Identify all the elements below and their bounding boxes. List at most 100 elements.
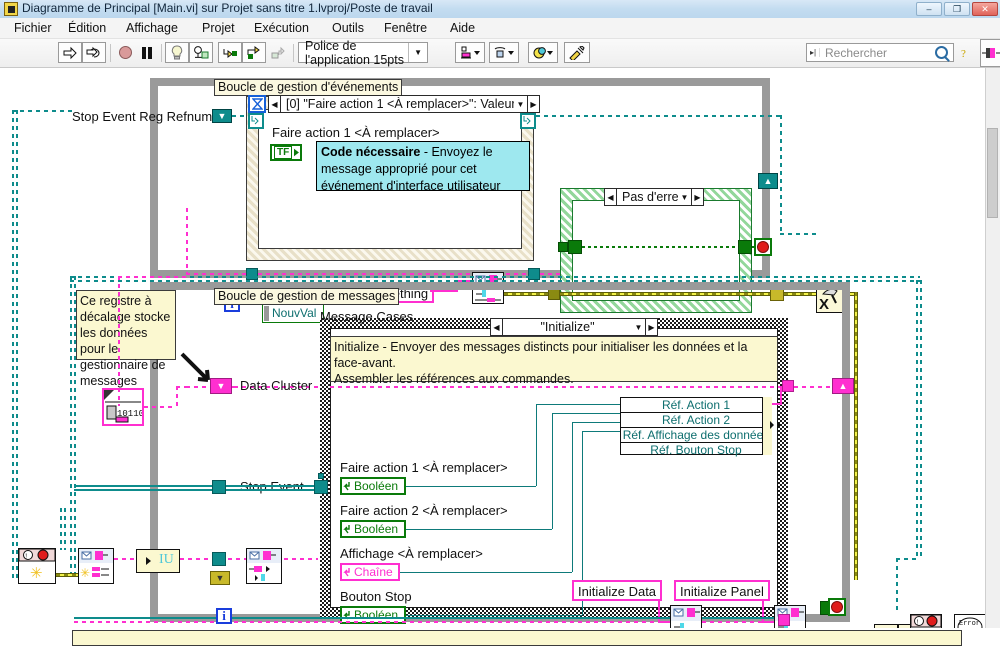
ref-row-2: Réf. Affichage des données <box>621 428 771 443</box>
initialize-panel-constant[interactable]: Initialize Panel <box>674 580 770 601</box>
queue-teal-tunnel[interactable] <box>212 552 226 566</box>
run-continuously-icon[interactable] <box>82 42 106 63</box>
block-diagram-canvas[interactable]: Boucle de gestion d'événements ◀ [0] "Fa… <box>0 68 1000 628</box>
control-terminal-2[interactable]: Chaîne <box>340 563 400 581</box>
context-help-question-icon[interactable]: ? <box>956 42 974 63</box>
shift-register-comment: Ce registre à décalage stocke les donnée… <box>76 290 176 388</box>
abort-execution-icon[interactable] <box>114 42 136 63</box>
error-cluster-constant-icon[interactable]: ! ✳ <box>18 548 56 584</box>
queue-yellow-sreg[interactable]: ▼ <box>210 571 230 585</box>
align-objects-icon[interactable] <box>455 42 485 63</box>
distribute-objects-icon[interactable] <box>489 42 519 63</box>
scrollbar-thumb[interactable] <box>987 128 998 218</box>
case-tunnel-pink-right[interactable] <box>782 380 794 392</box>
wire-pink-left-up <box>186 208 188 273</box>
menu-aide[interactable]: Aide <box>444 20 481 36</box>
search-input[interactable]: ▸| Rechercher <box>806 43 954 62</box>
wire-pink-bottom-band2 <box>702 621 774 623</box>
event-case-selector[interactable]: ◀ [0] "Faire action 1 <À remplacer>": Va… <box>268 95 540 113</box>
tf-terminal-label: TF <box>274 146 293 159</box>
close-button[interactable]: ✕ <box>972 2 998 16</box>
menu-fichier[interactable]: Fichier <box>8 20 58 36</box>
menu-execution[interactable]: Exécution <box>248 20 315 36</box>
message-loop-shift-register-right[interactable]: ▲ <box>832 378 854 394</box>
message-case-selector[interactable]: ◀ "Initialize" ▼ ▶ <box>490 318 658 336</box>
wire-ref-1-v <box>552 413 553 529</box>
event-loop-label: Boucle de gestion d'événements <box>214 79 403 96</box>
minimize-button[interactable]: – <box>916 2 942 16</box>
error-case-tunnel-out[interactable] <box>738 240 752 254</box>
menu-fenetre[interactable]: Fenêtre <box>378 20 433 36</box>
wire-yellow-x-down <box>854 292 858 580</box>
control-label-3: Bouton Stop <box>340 589 412 604</box>
stop-event-tunnel-left[interactable] <box>212 480 226 494</box>
stop-event-tunnel-case[interactable] <box>314 480 328 494</box>
queue-send-message-icon-1[interactable] <box>670 605 702 628</box>
wire-yellow-err-bundle <box>56 573 78 577</box>
maximize-button[interactable]: ❐ <box>944 2 970 16</box>
wire-teal-left-down <box>60 508 62 550</box>
menu-affichage[interactable]: Affichage <box>120 20 184 36</box>
menu-outils[interactable]: Outils <box>326 20 370 36</box>
reorder-objects-icon[interactable] <box>528 42 558 63</box>
event-case-body-title: Faire action 1 <À remplacer> <box>272 125 440 140</box>
initialize-data-constant[interactable]: Initialize Data <box>572 580 663 601</box>
event-case-dropdown-icon[interactable]: ▼ <box>514 100 527 109</box>
obtain-queue-icon[interactable] <box>246 548 282 584</box>
shift-register-left-top[interactable]: ▼ <box>212 109 232 123</box>
message-case-dropdown-icon[interactable]: ▼ <box>632 323 645 332</box>
wire-ref-0-v <box>536 404 537 486</box>
menu-projet[interactable]: Projet <box>196 20 241 36</box>
event-case-prev-arrow[interactable]: ◀ <box>269 96 281 112</box>
wire-pink-storage-out <box>144 406 176 408</box>
shift-register-storage-icon[interactable]: 10110 <box>102 388 144 426</box>
stop-sign-icon[interactable] <box>754 238 772 256</box>
error-bubble-icon[interactable]: Error ?! <box>954 614 986 628</box>
bundle-cluster-icon[interactable]: ✳ <box>78 548 114 584</box>
message-loop-pink-tunnel[interactable] <box>778 614 790 626</box>
menu-edition[interactable]: Édition <box>62 20 112 36</box>
event-case-next-arrow[interactable]: ▶ <box>527 96 539 112</box>
pause-icon[interactable] <box>136 42 158 63</box>
event-case-selector-text: [0] "Faire action 1 <À remplacer>": Vale… <box>286 97 514 111</box>
error-case-dropdown-icon[interactable]: ▼ <box>678 193 691 202</box>
message-case-prev-arrow[interactable]: ◀ <box>491 319 503 335</box>
probe-watch-icon[interactable] <box>980 39 1000 67</box>
step-out-icon[interactable] <box>266 42 290 63</box>
error-case-tunnel-in[interactable] <box>558 242 568 252</box>
step-over-icon[interactable] <box>242 42 266 63</box>
control-terminal-0[interactable]: Booléen <box>340 477 406 495</box>
error-case-next-arrow[interactable]: ▶ <box>691 189 703 205</box>
wire-teal-stop-event-in2 <box>74 489 212 491</box>
control-label-0: Faire action 1 <À remplacer> <box>340 460 508 475</box>
event-loop-conditional-terminal[interactable]: ▲ <box>758 173 778 189</box>
message-loop-shift-register-left[interactable]: ▼ <box>210 378 232 394</box>
font-selector[interactable]: Police de l'application 15pts ▼ <box>298 39 428 67</box>
highlight-execution-bulb-icon[interactable] <box>165 42 189 63</box>
cleanup-diagram-icon[interactable] <box>564 42 590 63</box>
retain-wire-values-icon[interactable] <box>189 42 213 63</box>
vertical-scrollbar[interactable] <box>985 68 1000 628</box>
nouvval-terminal[interactable]: NouvVal <box>262 304 324 323</box>
wire-teal-band-left <box>70 276 72 576</box>
error-case-tunnel-in-inner[interactable] <box>568 240 582 254</box>
error-case-prev-arrow[interactable]: ◀ <box>605 189 617 205</box>
message-loop-stop-sign-icon[interactable] <box>828 598 846 616</box>
wire-pink-case-to-sreg <box>794 386 832 388</box>
run-arrow-icon[interactable] <box>58 42 82 63</box>
toolbar-separator-2 <box>161 44 162 62</box>
simple-error-handler-icon[interactable]: ! ✕ <box>910 614 942 628</box>
control-label-1: Faire action 2 <À remplacer> <box>340 503 508 518</box>
magnifier-icon[interactable] <box>935 46 948 59</box>
tf-boolean-terminal[interactable]: TF <box>270 144 302 161</box>
iu-node[interactable]: IU <box>136 549 180 573</box>
step-into-icon[interactable] <box>218 42 242 63</box>
iu-node-label: IU <box>159 552 174 567</box>
message-case-next-arrow[interactable]: ▶ <box>645 319 657 335</box>
control-terminal-1[interactable]: Booléen <box>340 520 406 538</box>
error-case-selector[interactable]: ◀ Pas d'erreur ▼ ▶ <box>604 188 704 206</box>
message-loop-wall-right <box>842 282 850 622</box>
wire-pink-outer-top <box>118 276 186 278</box>
wire-ref-3-h2 <box>582 431 620 432</box>
cluster-output-arrow-icon <box>766 419 782 431</box>
